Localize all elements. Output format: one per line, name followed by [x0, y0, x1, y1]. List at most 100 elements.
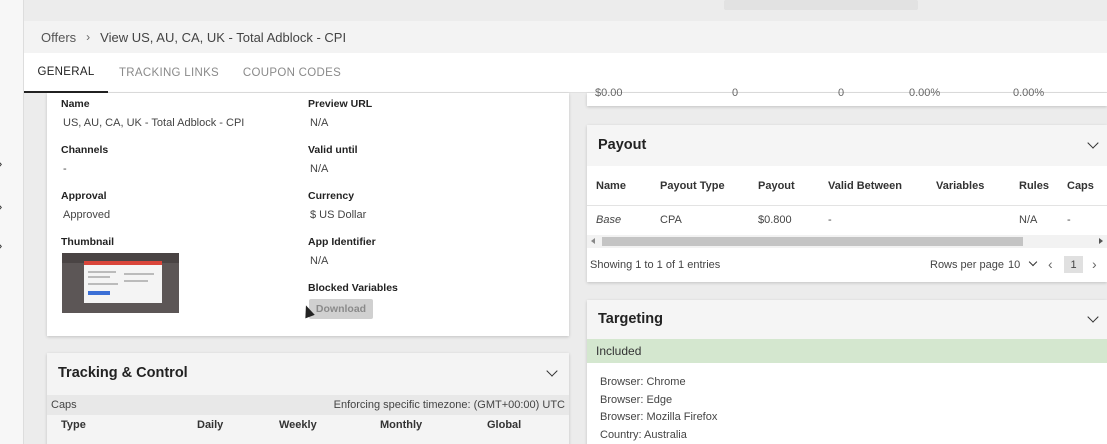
thumbnail-line	[124, 280, 148, 282]
targeting-title: Targeting	[598, 311, 663, 327]
chevron-right-icon[interactable]: ›	[0, 238, 2, 253]
channels-label: Channels	[61, 144, 109, 156]
scroll-left-icon[interactable]	[591, 238, 595, 244]
stats-cell: 0.00%	[1013, 87, 1045, 99]
horizontal-scrollbar[interactable]	[587, 235, 1107, 248]
payout-card: Payout Name Payout Type Payout Valid Bet…	[587, 125, 1107, 282]
list-item: Browser: Edge	[600, 393, 673, 406]
rows-per-page-select[interactable]: 10	[1008, 259, 1020, 271]
column-header-type: Type	[61, 419, 86, 431]
payout-title: Payout	[598, 137, 647, 153]
targeting-header	[587, 300, 1107, 339]
approval-label: Approval	[61, 190, 107, 202]
tracking-control-title: Tracking & Control	[58, 365, 188, 381]
next-page-icon[interactable]: ›	[1092, 256, 1097, 272]
top-bar	[24, 0, 1107, 21]
thumbnail-button	[88, 291, 110, 295]
tab-coupon-codes[interactable]: COUPON CODES	[230, 53, 354, 93]
caps-label: Caps	[51, 399, 77, 411]
channels-value: -	[63, 163, 67, 175]
thumbnail-line	[88, 283, 118, 285]
column-header-valid-between[interactable]: Valid Between	[828, 180, 902, 192]
targeting-list: Browser: Chrome Browser: Edge Browser: M…	[600, 374, 717, 444]
currency-value: $ US Dollar	[310, 209, 367, 221]
showing-entries-text: Showing 1 to 1 of 1 entries	[590, 259, 721, 271]
chevron-down-icon[interactable]	[1028, 257, 1038, 267]
included-header: Included	[587, 339, 1107, 363]
divider	[587, 205, 1107, 206]
column-header-payout[interactable]: Payout	[758, 180, 795, 192]
tracking-control-card: Tracking & Control Caps Enforcing specif…	[47, 353, 569, 444]
preview-url-field: Preview URL N/A	[308, 98, 372, 129]
blocked-variables-field: Blocked Variables	[308, 282, 398, 294]
app-identifier-value: N/A	[310, 255, 329, 267]
breadcrumb-offers-link[interactable]: Offers	[41, 30, 76, 45]
column-header-monthly: Monthly	[380, 419, 423, 431]
valid-until-value: N/A	[310, 163, 329, 175]
app-identifier-label: App Identifier	[308, 236, 376, 248]
list-item: Country: Australia	[600, 428, 687, 441]
list-item: Browser: Chrome	[600, 376, 686, 388]
rows-per-page-label: Rows per page	[930, 259, 1004, 271]
valid-until-label: Valid until	[308, 144, 358, 156]
currency-field: Currency $ US Dollar	[308, 190, 366, 221]
tab-bar: GENERAL TRACKING LINKS COUPON CODES	[24, 53, 1107, 93]
thumbnail-label: Thumbnail	[61, 236, 115, 248]
column-header-name[interactable]: Name	[596, 180, 626, 192]
thumbnail-line	[124, 273, 154, 275]
name-field: Name US, AU, CA, UK - Total Adblock - CP…	[61, 98, 244, 129]
payout-type-cell: CPA	[660, 214, 682, 226]
preview-url-value: N/A	[310, 117, 329, 129]
thumbnail-image[interactable]	[62, 253, 179, 313]
stats-cell: $0.00	[595, 87, 623, 99]
breadcrumb: Offers › View US, AU, CA, UK - Total Adb…	[24, 21, 1107, 53]
scroll-right-icon[interactable]	[1099, 238, 1103, 244]
tab-general[interactable]: GENERAL	[24, 53, 108, 93]
stats-cell: 0	[732, 87, 739, 99]
valid-until-field: Valid until N/A	[308, 144, 358, 175]
payout-name-cell: Base	[596, 214, 622, 226]
stats-cell: 0.00%	[909, 87, 941, 99]
name-label: Name	[61, 98, 90, 110]
name-value: US, AU, CA, UK - Total Adblock - CPI	[63, 117, 245, 129]
currency-label: Currency	[308, 190, 355, 202]
column-header-daily: Daily	[197, 419, 224, 431]
payout-amount-cell: $0.800	[758, 214, 792, 226]
timezone-text: Enforcing specific timezone: (GMT+00:00)…	[333, 399, 565, 411]
scrollbar-thumb[interactable]	[602, 237, 1023, 246]
column-header-global: Global	[487, 419, 522, 431]
preview-url-label: Preview URL	[308, 98, 373, 110]
chevron-right-icon: ›	[86, 30, 91, 44]
targeting-card: Targeting Included Browser: Chrome Brows…	[587, 300, 1107, 444]
left-rail: › › ›	[0, 0, 24, 444]
general-info-card: Name US, AU, CA, UK - Total Adblock - CP…	[47, 93, 569, 336]
payout-rules-cell: N/A	[1019, 214, 1038, 226]
chevron-down-icon[interactable]	[546, 365, 558, 377]
thumbnail-field: Thumbnail	[61, 236, 114, 248]
payout-header	[587, 125, 1107, 166]
stats-row: $0.00 0 0 0.00% 0.00%	[587, 87, 1107, 106]
stats-cell: 0	[838, 87, 845, 99]
column-header-variables[interactable]: Variables	[936, 180, 984, 192]
chevron-right-icon[interactable]: ›	[0, 156, 2, 171]
approval-value: Approved	[63, 209, 111, 221]
column-header-payout-type[interactable]: Payout Type	[660, 180, 725, 192]
column-header-weekly: Weekly	[279, 419, 317, 431]
search-input[interactable]	[724, 0, 918, 10]
prev-page-icon[interactable]: ‹	[1048, 256, 1053, 272]
channels-field: Channels -	[61, 144, 108, 175]
column-header-caps[interactable]: Caps	[1067, 180, 1094, 192]
download-button[interactable]: Download	[309, 299, 373, 319]
approval-field: Approval Approved	[61, 190, 110, 221]
list-item: Browser: Mozilla Firefox	[600, 411, 718, 423]
app-identifier-field: App Identifier N/A	[308, 236, 376, 267]
tab-tracking-links[interactable]: TRACKING LINKS	[108, 53, 230, 93]
page-number[interactable]: 1	[1064, 256, 1083, 273]
payout-caps-cell: -	[1067, 214, 1071, 226]
blocked-variables-label: Blocked Variables	[308, 282, 398, 294]
thumbnail-line	[88, 276, 110, 278]
payout-valid-between-cell: -	[828, 214, 832, 226]
chevron-right-icon[interactable]: ›	[0, 199, 2, 214]
column-header-rules[interactable]: Rules	[1019, 180, 1049, 192]
thumbnail-line	[88, 271, 116, 273]
